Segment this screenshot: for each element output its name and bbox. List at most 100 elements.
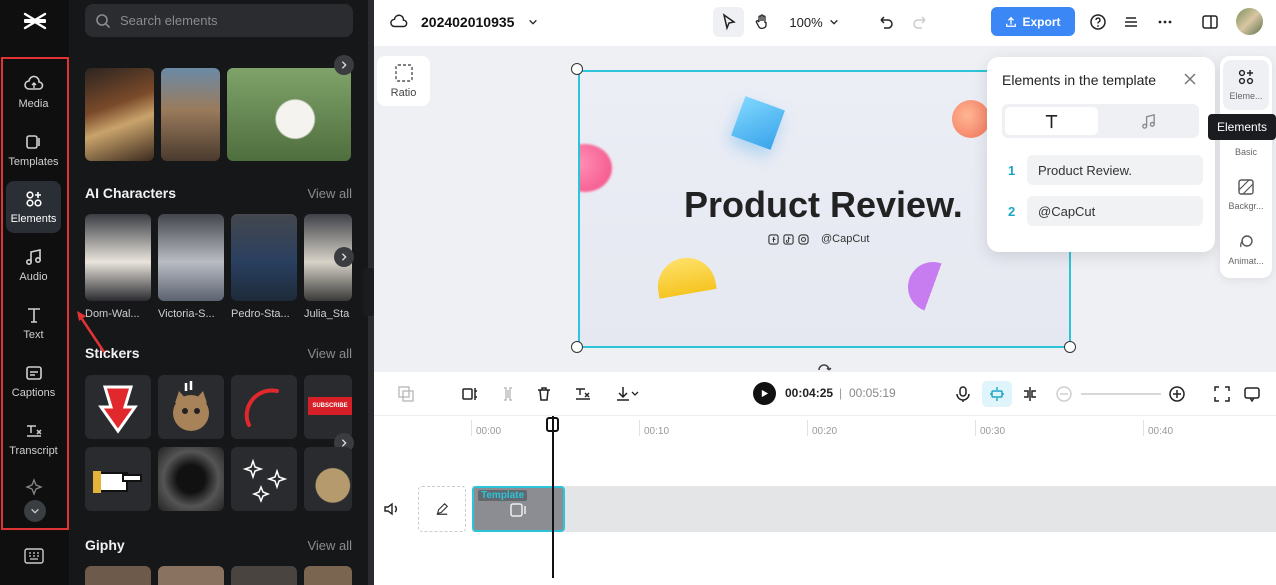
ratio-button[interactable]: Ratio	[377, 56, 430, 106]
sticker-thumb[interactable]	[85, 447, 151, 511]
template-elements-popup: Elements in the template 1 Product Revie…	[987, 57, 1215, 252]
orange-circle-shape	[952, 100, 990, 138]
export-button[interactable]: Export	[991, 7, 1075, 36]
resize-handle[interactable]	[571, 341, 583, 353]
cover-edit-button[interactable]	[418, 486, 466, 532]
rail-item-captions[interactable]: Captions	[6, 355, 61, 407]
zoom-dropdown[interactable]: 100%	[788, 7, 840, 37]
canvas-headline-text[interactable]: Product Review.	[684, 184, 963, 226]
rail-item-transcript[interactable]: Transcript	[6, 413, 61, 465]
tab-audio[interactable]	[1101, 107, 1196, 135]
view-all-ai-characters[interactable]: View all	[307, 186, 352, 201]
tab-text[interactable]	[1005, 107, 1098, 135]
element-text-field[interactable]: @CapCut	[1027, 196, 1203, 226]
layout-toggle-button[interactable]	[1194, 7, 1225, 37]
rail-item-templates[interactable]: Templates	[6, 124, 61, 176]
rail-item-audio[interactable]: Audio	[6, 239, 61, 291]
feedback-button[interactable]	[1241, 383, 1263, 405]
record-voice-button[interactable]	[952, 383, 974, 405]
sticker-thumb[interactable]: SUBSCRIBE	[304, 375, 352, 439]
scroll-right-button[interactable]	[334, 247, 354, 267]
character-caption: Julia_Sta	[304, 308, 350, 320]
stack-button[interactable]	[1115, 7, 1146, 37]
rail-item-media[interactable]: Media	[6, 66, 61, 118]
undo-button[interactable]	[869, 7, 900, 37]
close-icon[interactable]	[1183, 72, 1197, 86]
delete-button[interactable]	[533, 383, 555, 405]
resize-handle[interactable]	[1064, 341, 1076, 353]
giphy-thumb[interactable]	[304, 566, 352, 585]
play-button[interactable]	[753, 382, 776, 405]
video-track[interactable]	[472, 486, 1276, 532]
fullscreen-button[interactable]	[1211, 383, 1233, 405]
rail-expand-button[interactable]	[24, 500, 46, 522]
cursor-icon	[722, 13, 736, 31]
group-button[interactable]	[395, 383, 417, 405]
hand-tool-button[interactable]	[746, 7, 777, 37]
undo-icon	[879, 16, 893, 29]
download-dropdown[interactable]	[610, 383, 644, 405]
rotate-icon[interactable]	[816, 360, 832, 372]
social-handle-row[interactable]: @CapCut	[768, 233, 869, 245]
media-thumb-street[interactable]	[161, 68, 220, 161]
rpanel-item-elements[interactable]: Eleme...	[1223, 60, 1269, 110]
redo-button[interactable]	[905, 7, 936, 37]
view-all-stickers[interactable]: View all	[307, 346, 352, 361]
character-thumb[interactable]	[231, 214, 297, 301]
sticker-thumb[interactable]	[158, 447, 224, 511]
transcript-icon	[576, 388, 590, 400]
help-button[interactable]	[1082, 7, 1113, 37]
rpanel-item-basic[interactable]: Basic	[1220, 147, 1272, 157]
rpanel-item-background[interactable]: Backgr...	[1220, 178, 1272, 211]
chevron-down-icon	[529, 19, 538, 25]
rail-item-label: Audio	[19, 271, 48, 283]
sticker-thumb[interactable]	[231, 375, 297, 439]
panel-collapse-handle[interactable]	[363, 268, 374, 316]
more-options-button[interactable]	[1149, 7, 1180, 37]
annotation-arrow-icon	[77, 311, 106, 353]
media-thumb-food[interactable]	[85, 68, 154, 161]
avatar[interactable]	[1236, 8, 1263, 35]
giphy-thumb[interactable]	[158, 566, 224, 585]
character-thumb[interactable]	[158, 214, 224, 301]
row-number: 2	[1008, 204, 1016, 219]
captions-icon	[25, 366, 42, 380]
chevron-right-icon	[341, 61, 347, 69]
project-title[interactable]: 202402010935	[390, 13, 538, 31]
sticker-thumb[interactable]	[304, 447, 352, 511]
volume-icon[interactable]	[382, 500, 400, 518]
capcut-logo-icon[interactable]	[22, 9, 48, 33]
sticker-thumb[interactable]	[158, 375, 224, 439]
giphy-thumb[interactable]	[231, 566, 297, 585]
zoom-out-button[interactable]	[1053, 383, 1075, 405]
media-thumb-dog[interactable]	[227, 68, 351, 161]
zoom-in-button[interactable]	[1166, 383, 1188, 405]
view-all-giphy[interactable]: View all	[307, 538, 352, 553]
trim-button[interactable]	[497, 383, 519, 405]
sticker-thumb[interactable]	[85, 375, 151, 439]
layers-icon	[1124, 17, 1137, 27]
split-view-button[interactable]	[1019, 383, 1041, 405]
giphy-thumb[interactable]	[85, 566, 151, 585]
select-tool-button[interactable]	[713, 7, 744, 37]
split-clip-button[interactable]	[459, 383, 481, 405]
playhead[interactable]	[552, 416, 554, 578]
sparkles-sticker-icon	[242, 458, 288, 504]
character-thumb[interactable]	[85, 214, 151, 301]
element-text-field[interactable]: Product Review.	[1027, 155, 1203, 185]
keyboard-shortcuts-icon[interactable]	[24, 548, 44, 564]
timeline-zoom-slider[interactable]	[1081, 393, 1161, 395]
rail-item-text[interactable]: Text	[6, 297, 61, 349]
scroll-right-button[interactable]	[334, 55, 354, 75]
rail-item-elements[interactable]: Elements	[6, 181, 61, 233]
auto-caption-button[interactable]	[572, 383, 594, 405]
rail-item-label: Elements	[10, 213, 57, 225]
search-input[interactable]: Search elements	[85, 4, 353, 37]
magic-sparkle-icon[interactable]	[25, 478, 43, 496]
elements-panel: Search elements AI Characters View all D…	[69, 0, 368, 585]
rpanel-item-animation[interactable]: Animat...	[1220, 233, 1272, 266]
tick-mark	[807, 420, 808, 436]
magnet-snap-button[interactable]	[982, 381, 1012, 407]
resize-handle[interactable]	[571, 63, 583, 75]
sticker-thumb[interactable]	[231, 447, 297, 511]
